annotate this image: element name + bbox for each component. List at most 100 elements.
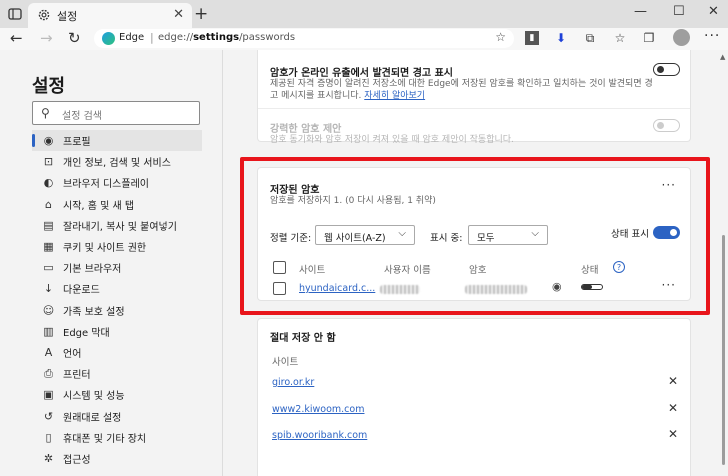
profile-avatar[interactable] [673,29,690,46]
address-url: edge://settings/passwords [158,32,296,43]
sidebar-item-clipboard[interactable]: ▤ 잘라내기, 복사 및 붙여넣기 [32,215,202,236]
maximize-button[interactable]: ☐ [673,4,685,19]
address-brand: Edge [119,32,145,43]
home-icon: ⌂ [45,197,52,211]
browser-icon: ▭ [43,261,54,275]
sort-label: 정렬 기준: [270,233,312,244]
tab-close-icon[interactable]: ✕ [173,7,184,22]
sidebar: 설정 ⚲ 설정 검색 ◉ 프로필 ⊡ 개인 정보, 검색 및 서비스 ◐ 브라우저 디… [0,50,222,476]
sidebar-item-printers[interactable]: ⎙ 프린터 [32,363,202,384]
profile-icon: ◉ [43,134,54,148]
printer-icon: ⎙ [44,366,53,380]
sidebar-item-privacy[interactable]: ⊡ 개인 정보, 검색 및 서비스 [32,151,202,172]
password-strength-bar [581,284,603,290]
never-saved-card: 절대 저장 안 함 사이트 giro.or.kr ✕ www2.kiwoom.c… [257,318,691,476]
sidebar-item-system[interactable]: ▣ 시스템 및 성능 [32,384,202,405]
row-password-redacted [465,285,527,294]
row-site-link[interactable]: hyundaicard.c... [299,283,375,294]
password-settings-card: 암호가 온라인 유출에서 발견되면 경고 표시 제공된 자격 증명이 알려진 저… [257,50,691,145]
divider [258,108,690,109]
tab-strip: 설정 ✕ + — ☐ ✕ [0,0,728,28]
reset-icon: ↺ [43,409,54,423]
select-all-checkbox[interactable] [273,261,286,274]
sidebar-item-phone[interactable]: ▯ 휴대폰 및 기타 장치 [32,427,202,448]
collections-icon[interactable]: ❐ [642,31,656,45]
lock-icon: ⊡ [43,155,54,169]
col-status: 상태 [581,265,599,276]
strong-password-toggle[interactable] [653,119,680,132]
chevron-down-icon: ⌵ [398,228,406,239]
saved-passwords-card: 저장된 암호 암호를 저장하지 1. (0 다시 사용됨, 1 취약) ··· … [257,167,691,301]
saved-passwords-subtitle: 암호를 저장하지 1. (0 다시 사용됨, 1 취약) [270,196,436,206]
saved-more-icon[interactable]: ··· [662,178,676,192]
search-icon: ⚲ [41,106,50,120]
show-select[interactable]: 모두 ⌵ [468,225,548,245]
never-saved-title: 절대 저장 안 함 [270,333,336,344]
leak-alert-toggle[interactable] [653,63,680,76]
system-icon: ▣ [43,388,54,402]
never-col-site: 사이트 [272,357,299,368]
strong-password-title: 강력한 암호 제안 [270,124,342,135]
never-site-link[interactable]: spib.wooribank.com [272,430,367,441]
sidebar-item-family[interactable]: ☺ 가족 보호 설정 [32,300,202,321]
extension-1-icon[interactable]: ▮ [525,31,539,45]
sidebar-item-language[interactable]: A 언어 [32,342,202,363]
strong-password-desc: 암호 동기화와 암호 저장이 켜져 있을 때 암호 제안이 작동합니다. [270,135,514,145]
edge-bar-icon: ▥ [43,324,54,338]
refresh-button[interactable]: ↻ [68,29,81,47]
remove-site-close-icon[interactable]: ✕ [668,401,678,415]
download-icon: ↓ [43,282,54,296]
new-tab-button[interactable]: + [194,4,208,24]
close-window-button[interactable]: ✕ [708,4,719,19]
sidebar-item-start-home[interactable]: ⌂ 시작, 홈 및 새 탭 [32,194,202,215]
sidebar-item-profile[interactable]: ◉ 프로필 [32,130,202,152]
help-icon[interactable]: ? [613,261,625,273]
sidebar-item-appearance[interactable]: ◐ 브라우저 디스플레이 [32,172,202,193]
content-scrollbar[interactable] [722,235,725,465]
back-button[interactable]: ← [10,29,23,47]
status-toggle-label: 상태 표시 [611,229,649,240]
sidebar-item-downloads[interactable]: ↓ 다운로드 [32,278,202,299]
sidebar-item-accessibility[interactable]: ✲ 접근성 [32,448,202,469]
sidebar-item-cookies[interactable]: ▦ 쿠키 및 사이트 권한 [32,236,202,257]
col-username: 사용자 이름 [384,265,431,276]
show-password-eye-icon[interactable]: ◉ [552,280,562,293]
extensions-icon[interactable]: ⧉ [583,31,597,45]
settings-search-input[interactable]: ⚲ 설정 검색 [32,101,200,125]
sidebar-item-default-browser[interactable]: ▭ 기본 브라우저 [32,257,202,278]
chevron-down-icon: ⌵ [531,228,539,239]
learn-more-link[interactable]: 자세히 알아보기 [364,91,425,101]
favorite-star-icon[interactable]: ☆ [495,30,506,44]
forward-button[interactable]: → [40,29,53,47]
remove-site-close-icon[interactable]: ✕ [668,427,678,441]
sort-select[interactable]: 웹 사이트(A-Z) ⌵ [315,225,415,245]
phone-icon: ▯ [45,430,52,444]
edge-logo-icon [102,32,115,45]
row-more-icon[interactable]: ··· [662,278,676,292]
address-bar[interactable]: Edge | edge://settings/passwords ☆ [94,29,514,48]
remove-site-close-icon[interactable]: ✕ [668,374,678,388]
leak-alert-desc: 제공된 자격 증명이 알려진 저장소에 대한 Edge에 저장된 암호를 확인하… [270,79,653,101]
sidebar-item-edge-bar[interactable]: ▥ Edge 막대 [32,321,202,342]
row-checkbox[interactable] [273,282,286,295]
row-username-redacted [380,285,420,294]
never-site-link[interactable]: www2.kiwoom.com [272,404,364,415]
settings-more-icon[interactable]: ··· [704,28,720,44]
tab-settings[interactable]: 설정 ✕ [28,3,192,28]
minimize-button[interactable]: — [634,4,647,19]
extension-2-icon[interactable]: ⬇ [554,31,568,45]
cookie-icon: ▦ [43,240,54,254]
sidebar-title: 설정 [32,76,66,97]
saved-passwords-title: 저장된 암호 [270,185,320,196]
tab-actions-icon[interactable] [7,6,23,22]
scroll-up-arrow-icon[interactable]: ▲ [720,53,725,61]
sidebar-item-reset[interactable]: ↺ 원래대로 설정 [32,405,202,426]
palette-icon: ◐ [43,176,54,190]
col-site: 사이트 [299,265,326,276]
col-password: 암호 [469,265,487,276]
leak-alert-title: 암호가 온라인 유출에서 발견되면 경고 표시 [270,68,454,79]
settings-content: 암호가 온라인 유출에서 발견되면 경고 표시 제공된 자격 증명이 알려진 저… [222,50,728,476]
favorites-icon[interactable]: ☆ [613,31,627,45]
never-site-link[interactable]: giro.or.kr [272,377,314,388]
status-toggle[interactable] [653,226,680,239]
